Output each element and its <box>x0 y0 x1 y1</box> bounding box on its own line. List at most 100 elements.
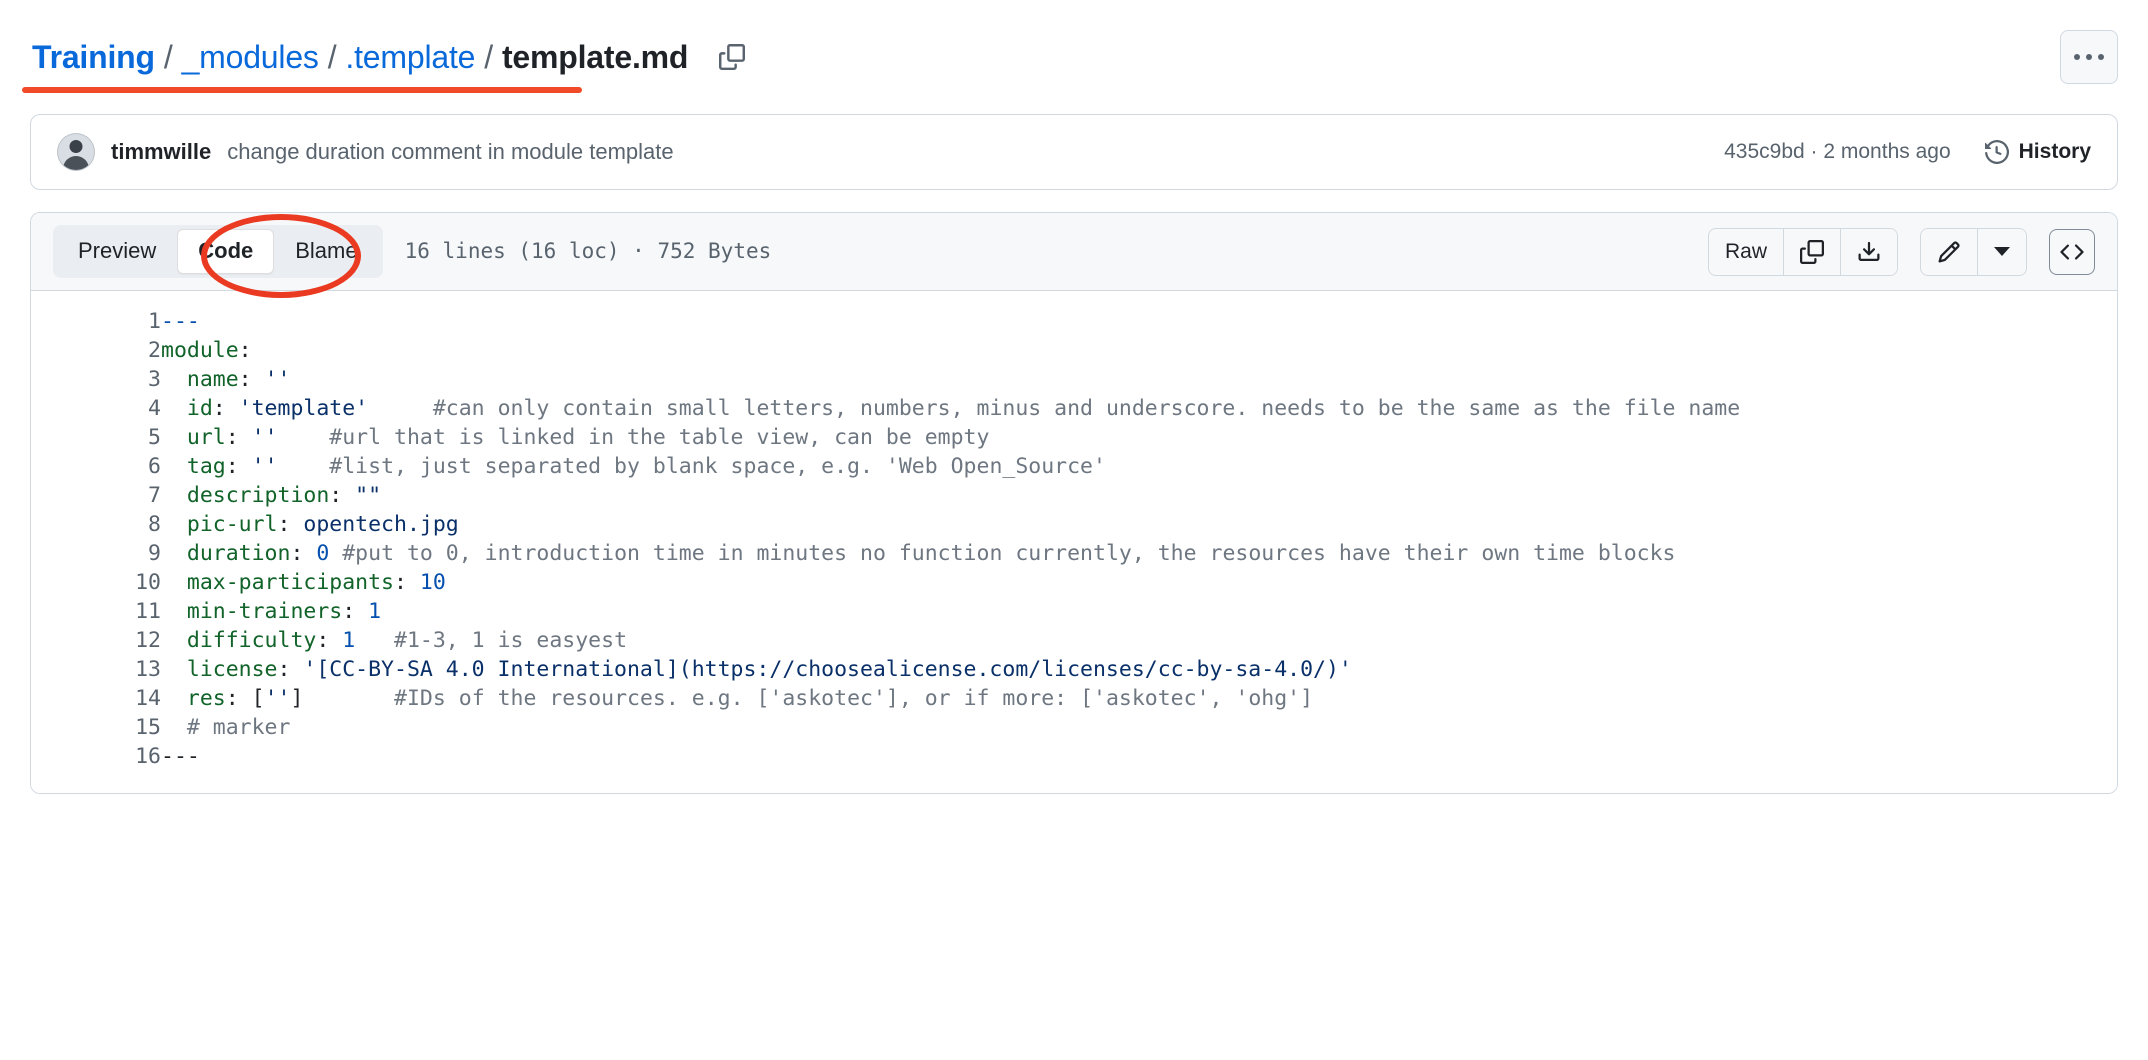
code-token-pun: : <box>394 570 420 595</box>
code-row: 3 name: '' <box>31 365 2117 394</box>
code-row: 15 # marker <box>31 713 2117 742</box>
code-token-pun <box>161 367 187 392</box>
line-number[interactable]: 10 <box>31 568 161 597</box>
code-row: 8 pic-url: opentech.jpg <box>31 510 2117 539</box>
line-number[interactable]: 1 <box>31 307 161 336</box>
code-token-pun: --- <box>161 744 200 769</box>
line-number[interactable]: 2 <box>31 336 161 365</box>
code-line-content: max-participants: 10 <box>161 568 2117 597</box>
more-options-button[interactable] <box>2060 30 2118 84</box>
commit-sha[interactable]: 435c9bd <box>1724 140 1805 163</box>
line-number[interactable]: 16 <box>31 742 161 771</box>
file-toolbar-right: Raw <box>1707 227 2095 276</box>
code-token-pun: : <box>290 541 317 566</box>
code-row: 9 duration: 0 #put to 0, introduction ti… <box>31 539 2117 568</box>
code-token-pun: : <box>212 396 239 421</box>
code-line-content: min-trainers: 1 <box>161 597 2117 626</box>
code-token-pun <box>161 599 187 624</box>
code-line-content: name: '' <box>161 365 2117 394</box>
breadcrumb-item-modules[interactable]: _modules <box>182 39 319 76</box>
line-number[interactable]: 7 <box>31 481 161 510</box>
view-tabs: Preview Code Blame <box>53 225 383 278</box>
raw-button[interactable]: Raw <box>1708 228 1784 275</box>
line-number[interactable]: 14 <box>31 684 161 713</box>
avatar-head <box>69 140 83 153</box>
code-token-pun <box>161 657 187 682</box>
copy-path-button[interactable] <box>712 37 752 77</box>
commit-message[interactable]: change duration comment in module templa… <box>227 139 673 165</box>
code-token-key: name <box>186 367 239 392</box>
code-token-key: difficulty <box>186 628 317 653</box>
copy-icon <box>1800 239 1824 264</box>
history-clock-icon <box>1984 140 2009 164</box>
code-token-pun: : [ <box>225 686 265 711</box>
code-token-marker: --- <box>161 309 200 334</box>
history-link[interactable]: History <box>1984 140 2091 164</box>
kebab-dot <box>2086 54 2092 60</box>
code-line-content: description: "" <box>161 481 2117 510</box>
code-token-str: '' <box>251 454 278 479</box>
breadcrumb-separator: / <box>327 38 337 75</box>
code-token-key: pic-url <box>186 512 278 537</box>
code-token-pun: : <box>225 425 252 450</box>
code-token-com: #url that is linked in the table view, c… <box>277 425 990 450</box>
line-number[interactable]: 4 <box>31 394 161 423</box>
code-token-pun <box>161 425 187 450</box>
line-number[interactable]: 12 <box>31 626 161 655</box>
code-row: 14 res: [''] #IDs of the resources. e.g.… <box>31 684 2117 713</box>
line-number[interactable]: 11 <box>31 597 161 626</box>
code-token-com: #can only contain small letters, numbers… <box>368 396 1741 421</box>
code-row: 12 difficulty: 1 #1-3, 1 is easyest <box>31 626 2117 655</box>
download-button[interactable] <box>1841 228 1897 275</box>
breadcrumb-item-repo[interactable]: Training <box>32 39 155 76</box>
breadcrumb-separator: / <box>484 38 493 75</box>
code-token-pun: ] <box>290 686 304 711</box>
code-token-pun <box>161 628 187 653</box>
code-line-content: tag: '' #list, just separated by blank s… <box>161 452 2117 481</box>
code-row: 4 id: 'template' #can only contain small… <box>31 394 2117 423</box>
line-number[interactable]: 6 <box>31 452 161 481</box>
code-brackets-icon <box>2060 243 2084 260</box>
code-row: 6 tag: '' #list, just separated by blank… <box>31 452 2117 481</box>
commit-sha-and-time: 435c9bd · 2 months ago <box>1724 140 1951 164</box>
history-label: History <box>2018 140 2091 163</box>
tab-code[interactable]: Code <box>177 229 275 274</box>
code-token-pun: : <box>342 599 369 624</box>
code-token-pun <box>161 483 187 508</box>
kebab-dot <box>2098 54 2104 60</box>
code-token-key: res <box>186 686 226 711</box>
line-number[interactable]: 9 <box>31 539 161 568</box>
tab-preview[interactable]: Preview <box>57 229 177 273</box>
line-number[interactable]: 5 <box>31 423 161 452</box>
avatar[interactable] <box>57 133 95 171</box>
file-view-page: Training / _modules / .template / templa… <box>0 0 2148 1060</box>
line-number[interactable]: 8 <box>31 510 161 539</box>
tab-blame[interactable]: Blame <box>274 229 378 273</box>
code-line-content: res: [''] #IDs of the resources. e.g. ['… <box>161 684 2117 713</box>
breadcrumb-item-filename: template.md <box>501 38 689 75</box>
line-number[interactable]: 13 <box>31 655 161 684</box>
copy-icon <box>719 44 746 70</box>
copy-raw-button[interactable] <box>1784 228 1841 275</box>
edit-button[interactable] <box>1921 228 1978 275</box>
line-number[interactable]: 3 <box>31 365 161 394</box>
code-row: 13 license: '[CC-BY-SA 4.0 International… <box>31 655 2117 684</box>
edit-dropdown-button[interactable] <box>1978 228 2026 275</box>
commit-author-link[interactable]: timmwille <box>111 139 211 165</box>
code-token-pun <box>161 396 187 421</box>
code-token-key: description <box>186 483 330 508</box>
code-row: 16 --- <box>31 742 2117 771</box>
code-token-pun <box>161 454 187 479</box>
symbols-panel-button[interactable] <box>2049 228 2095 275</box>
code-token-num: 0 <box>316 541 330 566</box>
page-header: Training / _modules / .template / templa… <box>22 0 2118 104</box>
code-token-key: duration <box>186 541 291 566</box>
annotation-breadcrumb-underline <box>22 87 582 93</box>
code-token-pun: : <box>238 367 265 392</box>
code-token-pun: : <box>329 483 356 508</box>
file-toolbar-left: Preview Code Blame 16 lines (16 loc) · 7… <box>53 214 771 299</box>
breadcrumb-item-template-dir[interactable]: .template <box>345 39 475 76</box>
code-token-pun <box>161 570 187 595</box>
code-token-str: '' <box>251 425 278 450</box>
line-number[interactable]: 15 <box>31 713 161 742</box>
